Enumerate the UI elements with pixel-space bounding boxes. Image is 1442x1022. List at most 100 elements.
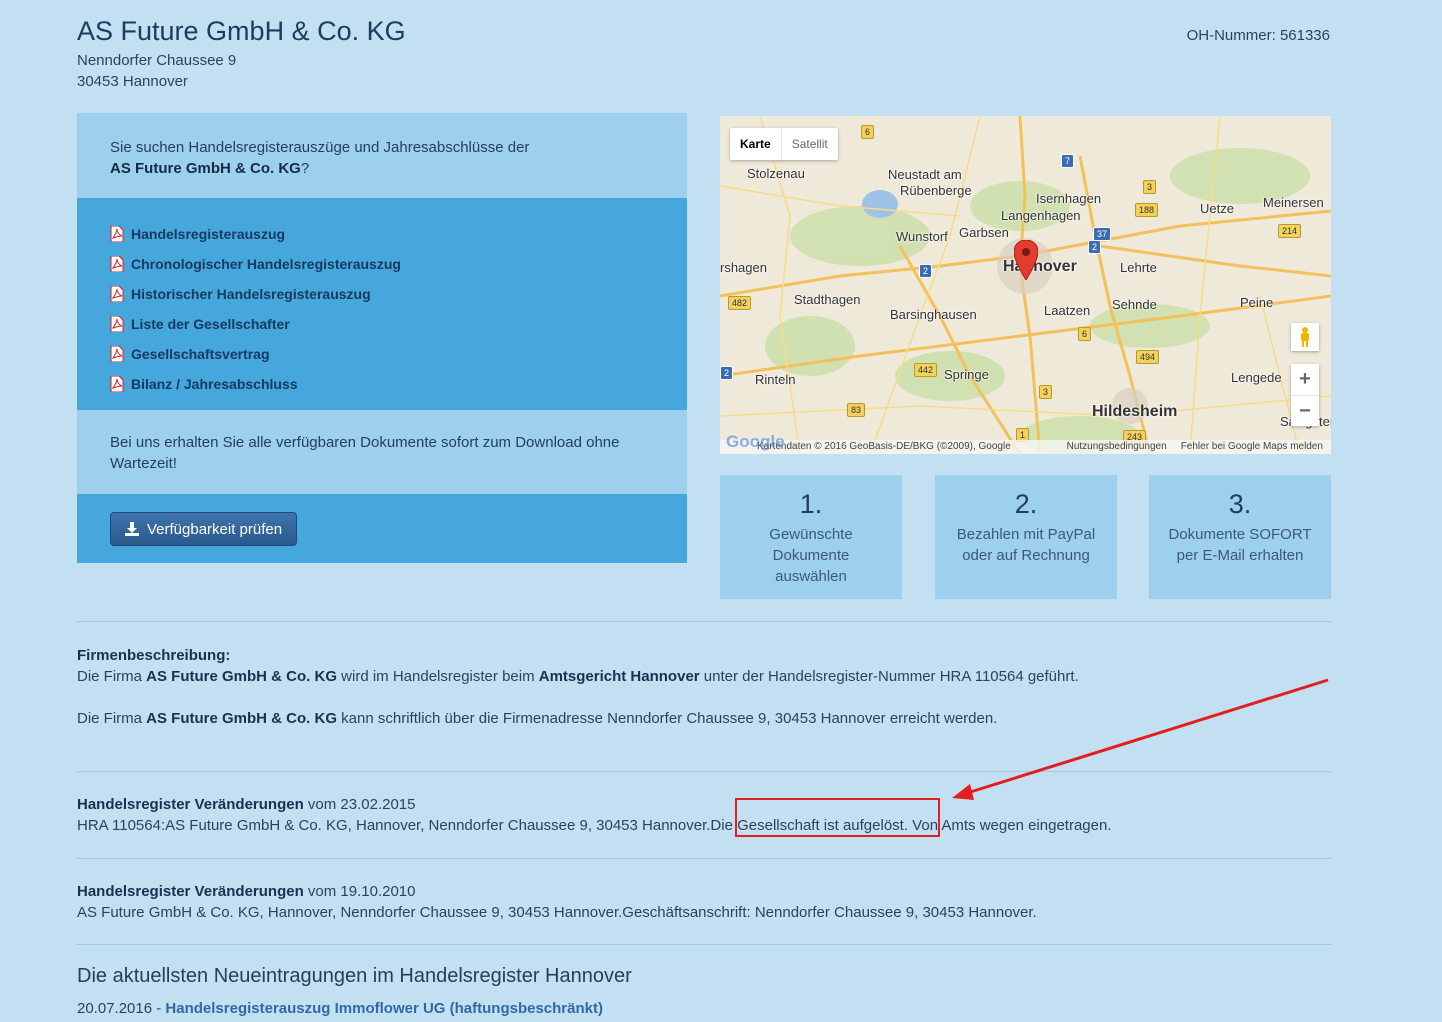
pdf-icon	[110, 346, 124, 362]
map-road-shield: 6	[1078, 327, 1092, 341]
zoom-out-button[interactable]: −	[1291, 395, 1319, 427]
check-availability-button[interactable]: Verfügbarkeit prüfen	[110, 512, 298, 546]
document-label: Handelsregisterauszug	[131, 226, 286, 242]
download-note: Bei uns erhalten Sie alle verfügbaren Do…	[77, 410, 687, 494]
map-road-shield: 188	[1135, 203, 1159, 217]
map-place-label: Langenhagen	[1001, 208, 1081, 223]
document-link[interactable]: Historischer Handelsregisterauszug	[110, 279, 654, 309]
map-report-link[interactable]: Fehler bei Google Maps melden	[1181, 440, 1323, 454]
annotation-arrow-icon	[952, 678, 1329, 800]
change-text: HRA 110564:AS Future GmbH & Co. KG, Hann…	[77, 817, 1112, 834]
map-road-shield: 83	[847, 403, 866, 417]
map-road-shield: 494	[1136, 350, 1160, 364]
download-icon	[125, 522, 139, 536]
map-place-label: Isernhagen	[1036, 191, 1102, 206]
description-text: Die Firma	[77, 668, 147, 685]
map-road-shield: 2	[720, 366, 734, 380]
register-change-2010: Handelsregister Veränderungen vom 19.10.…	[77, 881, 1337, 923]
step-text: Dokumente SOFORT per E-Mail erhalten	[1168, 526, 1312, 564]
newest-entry-link[interactable]: Handelsregisterauszug Immoflower UG (haf…	[165, 1000, 603, 1017]
description-text: Die Firma	[77, 710, 147, 727]
map-place-label: Lengede	[1231, 370, 1282, 385]
streetview-pegman-icon[interactable]	[1291, 323, 1319, 351]
map-place-label: Stadthagen	[794, 292, 861, 307]
map-place-label: Rübenberge	[900, 183, 972, 198]
document-list: Handelsregisterauszug Chronologischer Han…	[77, 198, 687, 410]
map-place-label: Uetze	[1200, 201, 1234, 216]
oh-number: OH-Nummer: 561336	[1186, 27, 1330, 44]
map-road-shield: 2	[919, 264, 933, 278]
document-label: Gesellschaftsvertrag	[131, 346, 270, 362]
map-place-label: rshagen	[720, 260, 767, 275]
map-place-label: Lehrte	[1120, 260, 1157, 275]
description-court: Amtsgericht Hannover	[538, 668, 700, 685]
document-label: Chronologischer Handelsregisterauszug	[131, 256, 401, 272]
map-road-shield: 482	[728, 296, 752, 310]
map-terms-link[interactable]: Nutzungsbedingungen	[1067, 440, 1167, 454]
divider	[77, 944, 1331, 945]
map-place-label: Neustadt am	[888, 167, 962, 182]
intro-text: Sie suchen Handelsregisterauszüge und Ja…	[110, 139, 530, 156]
pdf-icon	[110, 376, 124, 392]
company-street: Nenndorfer Chaussee 9	[77, 52, 237, 69]
map-place-label: Rinteln	[755, 372, 796, 387]
document-label: Historischer Handelsregisterauszug	[131, 286, 371, 302]
map-road-shield: 442	[914, 363, 938, 377]
document-link[interactable]: Bilanz / Jahresabschluss	[110, 369, 654, 399]
step-1: 1. Gewünschte Dokumente auswählen	[720, 475, 902, 599]
step-number: 3.	[1228, 489, 1252, 519]
map-type-control: Karte Satellit	[730, 128, 838, 160]
change-date: vom 19.10.2010	[303, 883, 416, 900]
change-heading: Handelsregister Veränderungen	[77, 796, 304, 813]
zoom-in-button[interactable]: +	[1291, 364, 1319, 395]
newest-entries-title: Die aktuellsten Neueintragungen im Hande…	[77, 965, 632, 987]
pdf-icon	[110, 226, 124, 242]
map-road-shield: 37	[1093, 227, 1112, 241]
button-area: Verfügbarkeit prüfen	[77, 494, 687, 563]
document-link[interactable]: Gesellschaftsvertrag	[110, 339, 654, 369]
document-link[interactable]: Handelsregisterauszug	[110, 219, 654, 249]
change-text: AS Future GmbH & Co. KG, Hannover, Nennd…	[77, 904, 1037, 921]
step-2: 2. Bezahlen mit PayPal oder auf Rechnung	[935, 475, 1117, 599]
map-place-label: Stolzenau	[747, 166, 805, 181]
document-link[interactable]: Chronologischer Handelsregisterauszug	[110, 249, 654, 279]
intro-company: AS Future GmbH & Co. KG	[110, 160, 301, 177]
map-attribution-bar: Kartendaten © 2016 GeoBasis-DE/BKG (©200…	[720, 440, 1331, 454]
pdf-icon	[110, 286, 124, 302]
intro-question-mark: ?	[300, 160, 310, 177]
step-text: Bezahlen mit PayPal oder auf Rechnung	[956, 526, 1096, 564]
map-place-label: Sehnde	[1112, 297, 1157, 312]
map-place-label: Springe	[944, 367, 989, 382]
document-label: Liste der Gesellschafter	[131, 316, 290, 332]
map-road-shield: 3	[1143, 180, 1157, 194]
map-road-shield: 7	[1061, 154, 1075, 168]
document-label: Bilanz / Jahresabschluss	[131, 376, 298, 392]
map-type-karte[interactable]: Karte	[730, 128, 781, 160]
divider	[77, 621, 1331, 622]
map-marker-icon[interactable]	[1014, 240, 1038, 280]
map-place-label: Laatzen	[1044, 303, 1091, 318]
annotation-highlight-box	[735, 798, 940, 837]
google-logo[interactable]: Google	[726, 432, 785, 452]
google-map[interactable]: Stolzenau Neustadt am Rübenberge Isernhagen…	[720, 116, 1331, 454]
map-canvas	[720, 116, 1331, 454]
description-text: kann schriftlich über die Firmenadresse …	[337, 710, 998, 727]
document-link[interactable]: Liste der Gesellschafter	[110, 309, 654, 339]
zoom-control: + −	[1291, 364, 1319, 426]
step-number: 2.	[1014, 489, 1038, 519]
map-place-label: Hildesheim	[1092, 403, 1178, 420]
company-city: 30453 Hannover	[77, 73, 188, 90]
company-title: AS Future GmbH & Co. KG	[77, 16, 406, 46]
description-heading: Firmenbeschreibung:	[77, 647, 231, 664]
map-place-label: Meinersen	[1263, 195, 1324, 210]
change-heading: Handelsregister Veränderungen	[77, 883, 304, 900]
map-place-label: Barsinghausen	[890, 307, 977, 322]
map-road-shield: 3	[1039, 385, 1053, 399]
divider	[77, 858, 1331, 859]
newest-entry-date: 20.07.2016 -	[77, 1000, 166, 1017]
map-type-satellit[interactable]: Satellit	[780, 128, 838, 160]
map-road-shield: 2	[1088, 240, 1102, 254]
pdf-icon	[110, 316, 124, 332]
map-road-shield: 6	[861, 125, 875, 139]
description-company: AS Future GmbH & Co. KG	[146, 710, 338, 727]
